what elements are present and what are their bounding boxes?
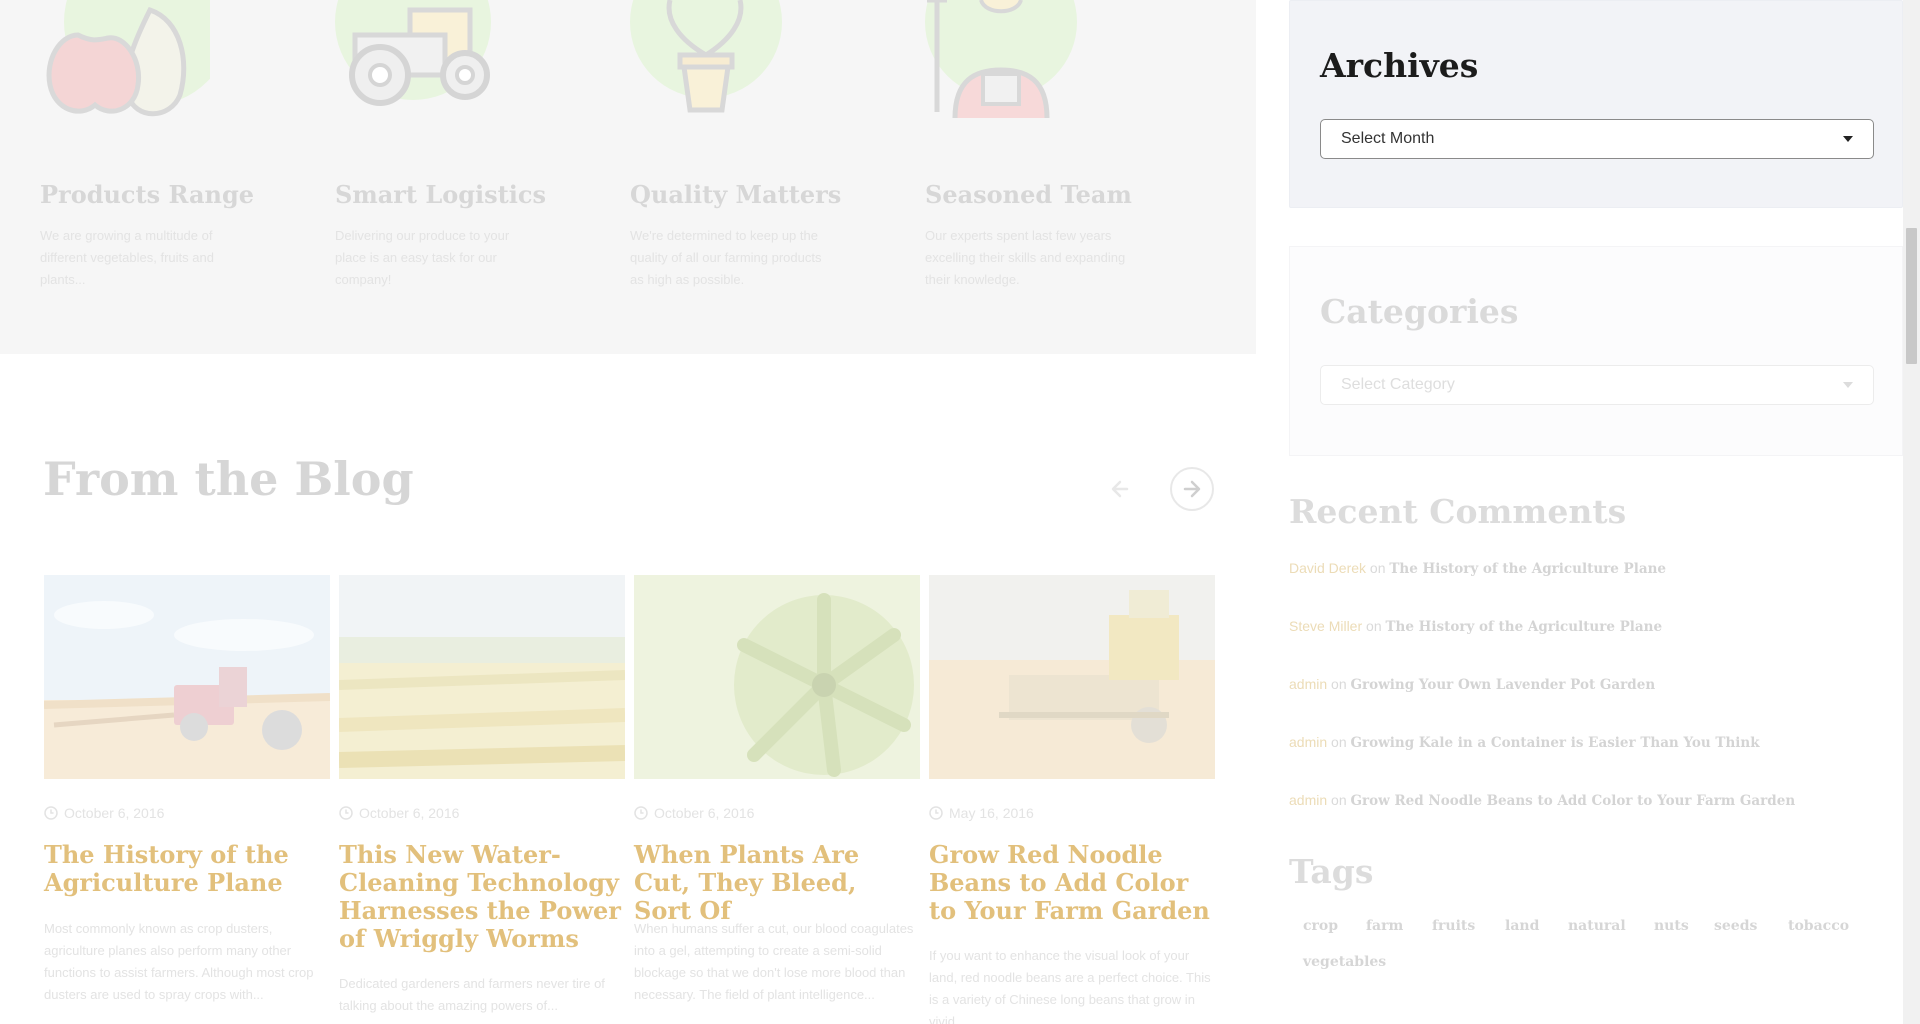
post-excerpt: If you want to enhance the visual look o… bbox=[929, 948, 1211, 1024]
comment-connector: on bbox=[1366, 618, 1382, 634]
comment-author[interactable]: admin bbox=[1289, 792, 1327, 808]
tag-link[interactable]: nuts bbox=[1654, 918, 1689, 934]
tags-title: Tags bbox=[1289, 852, 1374, 891]
tag-link[interactable]: vegetables bbox=[1303, 954, 1386, 970]
post-date-text: May 16, 2016 bbox=[949, 805, 1034, 821]
post-thumbnail[interactable] bbox=[339, 575, 625, 779]
plant-closeup-image bbox=[634, 575, 920, 779]
categories-widget: Categories Select Category bbox=[1289, 246, 1903, 456]
tag-link[interactable]: fruits bbox=[1432, 918, 1475, 934]
post-date-text: October 6, 2016 bbox=[359, 805, 460, 821]
post-date: October 6, 2016 bbox=[44, 805, 164, 821]
tractor-icon bbox=[335, 0, 491, 106]
scrollbar-thumb[interactable] bbox=[1906, 228, 1917, 364]
tag-link[interactable]: crop bbox=[1303, 918, 1338, 934]
clock-icon bbox=[634, 806, 648, 820]
archives-select-value: Select Month bbox=[1341, 130, 1435, 147]
combine-harvester-image bbox=[929, 575, 1215, 779]
post-date-text: October 6, 2016 bbox=[64, 805, 165, 821]
comment-author[interactable]: admin bbox=[1289, 676, 1327, 692]
feature-title: Smart Logistics bbox=[335, 180, 546, 209]
post-excerpt: Most commonly known as crop dusters, agr… bbox=[44, 921, 314, 1002]
feature-title: Seasoned Team bbox=[925, 180, 1132, 209]
post-excerpt: Dedicated gardeners and farmers never ti… bbox=[339, 976, 605, 1013]
caret-down-icon bbox=[1843, 382, 1853, 388]
comment-post-link[interactable]: The History of the Agriculture Plane bbox=[1386, 619, 1663, 635]
arrow-left-icon bbox=[1111, 480, 1129, 498]
sunflower-field-image bbox=[339, 575, 625, 779]
clock-icon bbox=[44, 806, 58, 820]
tag-link[interactable]: land bbox=[1505, 918, 1539, 934]
recent-comment: admin on Growing Your Own Lavender Pot G… bbox=[1289, 676, 1655, 693]
categories-select-value: Select Category bbox=[1341, 376, 1455, 393]
farmer-icon bbox=[925, 0, 1077, 118]
comment-connector: on bbox=[1331, 676, 1347, 692]
post-title[interactable]: When Plants Are Cut, They Bleed, Sort Of bbox=[634, 841, 920, 925]
recent-comment: admin on Grow Red Noodle Beans to Add Co… bbox=[1289, 792, 1795, 809]
post-thumbnail[interactable] bbox=[44, 575, 330, 779]
fruit-icon bbox=[46, 0, 210, 117]
carousel-next-button[interactable] bbox=[1170, 467, 1214, 511]
post-thumbnail[interactable] bbox=[634, 575, 920, 779]
recent-comments-title: Recent Comments bbox=[1289, 492, 1627, 531]
features-section: Products Range We are growing a multitud… bbox=[0, 0, 1256, 354]
recent-comment: Steve Miller on The History of the Agric… bbox=[1289, 618, 1662, 635]
post-date: October 6, 2016 bbox=[339, 805, 459, 821]
post-title[interactable]: This New Water-Cleaning Technology Harne… bbox=[339, 841, 625, 953]
blog-section-title: From the Blog bbox=[43, 452, 414, 506]
tractor-field-image bbox=[44, 575, 330, 779]
comment-connector: on bbox=[1369, 560, 1386, 576]
caret-down-icon bbox=[1843, 136, 1853, 142]
recent-comment: David Derek on The History of the Agricu… bbox=[1289, 560, 1666, 577]
categories-title: Categories bbox=[1320, 292, 1519, 331]
tag-link[interactable]: farm bbox=[1366, 918, 1403, 934]
comment-author[interactable]: Steve Miller bbox=[1289, 618, 1362, 634]
post-title[interactable]: Grow Red Noodle Beans to Add Color to Yo… bbox=[929, 841, 1215, 925]
comment-connector: on bbox=[1331, 792, 1347, 808]
post-date: October 6, 2016 bbox=[634, 805, 754, 821]
archives-title: Archives bbox=[1320, 46, 1479, 85]
feature-text: Our experts spent last few years excelli… bbox=[925, 228, 1126, 287]
tag-link[interactable]: seeds bbox=[1714, 918, 1757, 934]
comment-author[interactable]: admin bbox=[1289, 734, 1327, 750]
feature-title: Quality Matters bbox=[630, 180, 842, 209]
comment-post-link[interactable]: The History of the Agriculture Plane bbox=[1389, 561, 1666, 577]
clock-icon bbox=[929, 806, 943, 820]
feature-title: Products Range bbox=[40, 180, 255, 209]
recent-comment: admin on Growing Kale in a Container is … bbox=[1289, 734, 1760, 751]
post-excerpt: When humans suffer a cut, our blood coag… bbox=[634, 921, 914, 1002]
post-date: May 16, 2016 bbox=[929, 805, 1034, 821]
comment-connector: on bbox=[1331, 734, 1347, 750]
comment-post-link[interactable]: Growing Kale in a Container is Easier Th… bbox=[1351, 735, 1760, 751]
clock-icon bbox=[339, 806, 353, 820]
tag-link[interactable]: natural bbox=[1568, 918, 1626, 934]
feature-text: We're determined to keep up the quality … bbox=[630, 228, 822, 287]
page-scrollbar[interactable] bbox=[1903, 0, 1920, 1024]
archives-month-select[interactable]: Select Month bbox=[1320, 119, 1874, 159]
potted-plant-icon bbox=[630, 0, 782, 113]
tag-link[interactable]: tobacco bbox=[1788, 918, 1849, 934]
post-title[interactable]: The History of the Agriculture Plane bbox=[44, 841, 330, 897]
carousel-prev-button[interactable] bbox=[1098, 467, 1142, 511]
feature-text: Delivering our produce to your place is … bbox=[335, 228, 510, 287]
comment-post-link[interactable]: Growing Your Own Lavender Pot Garden bbox=[1351, 677, 1656, 693]
archives-widget: Archives Select Month bbox=[1289, 0, 1903, 208]
post-thumbnail[interactable] bbox=[929, 575, 1215, 779]
categories-select[interactable]: Select Category bbox=[1320, 365, 1874, 405]
post-date-text: October 6, 2016 bbox=[654, 805, 755, 821]
arrow-right-icon bbox=[1183, 480, 1201, 498]
comment-post-link[interactable]: Grow Red Noodle Beans to Add Color to Yo… bbox=[1351, 793, 1796, 809]
feature-text: We are growing a multitude of different … bbox=[40, 228, 214, 287]
comment-author[interactable]: David Derek bbox=[1289, 560, 1366, 576]
